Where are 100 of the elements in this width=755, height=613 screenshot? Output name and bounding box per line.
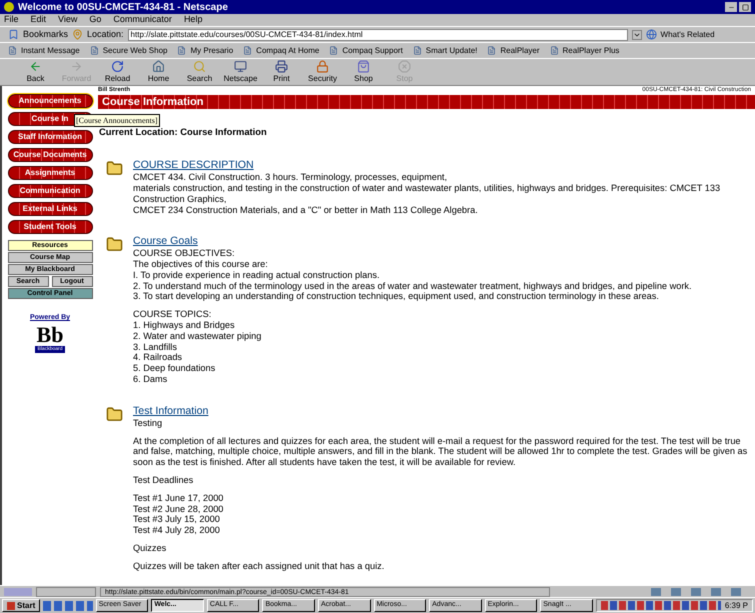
body-text: Testing [133,418,164,429]
personal-toolbar-link[interactable]: Compaq Support [329,44,403,56]
window-title: Welcome to 00SU-CMCET-434-81 - Netscape [18,0,228,14]
body-text: The objectives of this course are: [133,259,269,270]
dropdown-icon[interactable] [632,30,642,40]
body-text: Test #2 June 28, 2000 [133,504,224,514]
tooltip: [Course Announcements] [74,114,160,127]
stop-icon [398,60,411,72]
menu-item[interactable]: Go [89,13,102,27]
body-text: Quizzes [133,543,168,554]
quick-launch-drawing [43,600,93,610]
nav-button[interactable]: Communication [8,184,92,198]
toolbar-button[interactable]: Shop [344,60,383,84]
maximize-button[interactable] [739,2,751,12]
nav-button[interactable]: Announcements [8,94,92,108]
toolbar-button[interactable]: Security [303,60,342,84]
body-text: 3. To start developing an understanding of construction techniques, equipment used, and construction terminology in these areas. [133,291,660,302]
folder-icon [106,236,123,254]
body-text: Test Deadlines [133,475,194,486]
menu-item[interactable]: View [58,13,78,27]
nav-button[interactable]: External Links [8,202,92,216]
section-link[interactable]: Course Goals [133,235,198,248]
toolbar-button[interactable]: Back [16,60,55,84]
maximize-icon [742,4,748,10]
home-icon [152,60,165,72]
personal-toolbar-link[interactable]: Compaq At Home [243,44,320,56]
body-text: Test #1 June 17, 2000 [133,492,224,504]
body-text: 3. Landfills [133,342,178,352]
clock: 6:39 P [724,600,748,612]
progress-field [36,586,96,596]
nav-button[interactable]: Student Tools [8,220,92,234]
section-link[interactable]: Test Information [133,404,208,418]
personal-toolbar-link[interactable]: RealPlayer Plus [550,44,620,56]
toolbar-button[interactable]: Home [139,60,178,84]
printer-icon [275,60,288,72]
search-icon [193,60,206,72]
page-icon [243,46,252,55]
page-header: Course Information [98,95,755,109]
current-location: Current Location: Course Information [99,125,267,139]
location-label: Location: [87,28,124,41]
personal-toolbar-link[interactable]: RealPlayer [487,44,540,56]
nav-button[interactable]: Staff Information [8,130,92,144]
folder-icon [106,406,123,423]
nav-button[interactable]: Course Documents [8,148,92,162]
personal-toolbar-link[interactable]: Instant Message [8,44,80,56]
page-icon [90,46,99,55]
whats-related-button[interactable]: What's Related [660,28,715,40]
back-arrow-icon [29,60,42,72]
body-text: materials construction, and testing in the construction of water and wastewater plants, utilities, highways and bridges. Prerequisites: CMCET 133 [133,182,720,194]
body-text: 4. Railroads [133,352,184,364]
minimize-button[interactable] [725,2,737,12]
toolbar-button[interactable]: Reload [98,60,137,84]
toolbar-button[interactable]: Netscape [221,60,260,84]
body-text: 2. To understand much of the terminology used in the areas of water and wastewater treatment, highways and bridges, and pipeline work. [133,280,692,292]
personal-toolbar-link[interactable]: My Presario [177,44,234,56]
body-text: Test #4 July 28, 2000 [133,525,221,536]
menu-item[interactable]: Communicator [113,13,172,27]
forward-arrow-icon [70,60,83,72]
page-icon [177,46,186,55]
location-icon [72,29,84,40]
page-icon [487,46,496,55]
body-text: COURSE TOPICS: [133,309,212,320]
bookmark-icon [8,29,19,40]
windows-logo-icon [7,602,15,610]
page-icon [550,46,559,55]
bookmarks-button[interactable]: Bookmarks [23,28,68,42]
status-icon [4,588,32,596]
lock-icon [316,60,329,72]
globe-icon [646,29,657,40]
menu-item[interactable]: Help [184,13,202,27]
body-text: 6. Dams [133,374,168,385]
body-text: COURSE OBJECTIVES: [133,248,236,260]
body-text: Test #3 July 15, 2000 [133,514,221,526]
toolbar-button[interactable]: Print [262,60,301,84]
page-icon [8,46,17,55]
reload-icon [111,60,124,72]
start-button[interactable]: Start [2,599,40,612]
page-icon [412,46,422,55]
app-icon [4,2,14,12]
logo-text: Bb [36,324,64,346]
page-icon [329,46,338,55]
bag-icon [357,60,370,72]
body-text: CMCET 234 Construction Materials, and a "C" or better in Math 113 College Algebra. [133,204,479,216]
body-text: At the completion of all lectures and quizzes for each area, the student will e-mail a request for the password required for the test. The test will be true and false, matching, multiple choice, multiple answers, and fill in the blank. The student will be allowed 1hr to complete the test. Grades will be given as soon as the test is finished. After all students have taken the test, it will be available for review. [133,436,748,468]
body-text: 5. Deep foundations [133,363,216,374]
body-text: 1. Highways and Bridges [133,320,236,331]
body-text: 2. Water and wastewater piping [133,330,262,342]
location-field[interactable]: http://slate.pittstate.edu/courses/00SU-CMCET-434-81/index.html [128,28,628,40]
toolbar-button[interactable]: Search [180,60,219,84]
menu-item[interactable]: File [4,13,19,27]
nav-button[interactable]: Assignments [8,166,92,180]
body-text: Quizzes will be taken after each assigned unit that has a quiz. [133,560,386,572]
menu-item[interactable]: Edit [30,13,46,27]
body-text: CMCET 434. Civil Construction. 3 hours. Terminology, processes, equipment, [133,172,448,183]
body-text: Construction Graphics, [133,194,228,204]
section-link[interactable]: COURSE DESCRIPTION [133,159,254,172]
monitor-icon [234,60,247,72]
personal-toolbar-link[interactable]: Secure Web Shop [90,44,168,56]
personal-toolbar-link[interactable]: Smart Update! [412,44,478,56]
folder-icon [106,160,123,178]
